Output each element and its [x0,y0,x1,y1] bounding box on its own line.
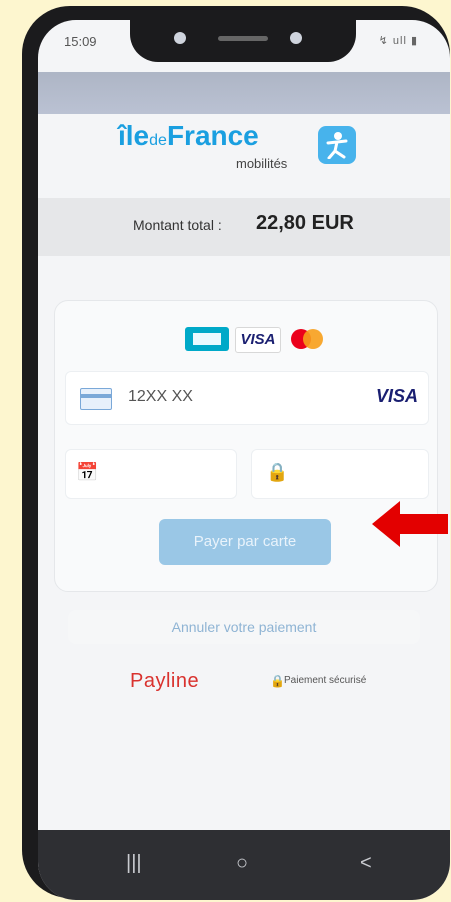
card-number-value: 12XX XX [128,388,193,405]
visa-card-logo: VISA [235,327,281,353]
person-icon [318,126,356,164]
sensor-icon [290,32,302,44]
expiry-date-field[interactable]: 📅 [65,449,237,499]
mastercard-icon [285,327,329,351]
total-amount: 22,80 EUR [256,212,354,234]
cancel-payment-link[interactable]: Annuler votre paiement [68,610,420,644]
logo-subtitle: mobilités [236,156,288,171]
signal-battery-icons: ↯ ull ▮ [378,35,418,47]
padlock-icon: 🔒 [270,674,285,688]
idf-mobilites-logo: îledeFrance mobilités [118,120,378,180]
secure-payment-label: Paiement sécurisé [284,675,367,686]
calendar-icon: 📅 [76,462,99,482]
red-arrow-pointer [372,501,448,547]
android-nav-bar: ||| ○ < [38,830,450,900]
cb-card-icon [185,327,229,351]
phone-screen: 15:09 ↯ ull ▮ îledeFrance mobilités Mont… [38,20,450,900]
back-icon[interactable]: < [360,852,372,875]
card-number-field[interactable]: 12XX XX VISA [65,371,429,425]
total-amount-bar: Montant total : 22,80 EUR [38,198,450,256]
accepted-cards: VISA [185,321,345,355]
logo-text-ile: île [118,120,150,151]
detected-brand-logo: VISA [375,386,418,406]
status-time: 15:09 [64,34,97,49]
logo-text-france: France [166,120,259,151]
pay-by-card-button[interactable]: Payer par carte [159,519,331,565]
home-icon[interactable]: ○ [236,852,248,875]
speaker-grille [218,36,268,41]
camera-notch [130,20,356,62]
lock-icon: 🔒 [266,462,289,482]
header-band [38,72,450,114]
camera-icon [174,32,186,44]
credit-card-icon [80,388,112,410]
logo-text-de: de [149,132,167,149]
arrow-left-icon [372,501,448,547]
payline-logo: Payline [130,670,200,692]
total-label: Montant total : [133,217,222,233]
cvv-field[interactable]: 🔒 [251,449,429,499]
recents-icon[interactable]: ||| [126,852,142,875]
